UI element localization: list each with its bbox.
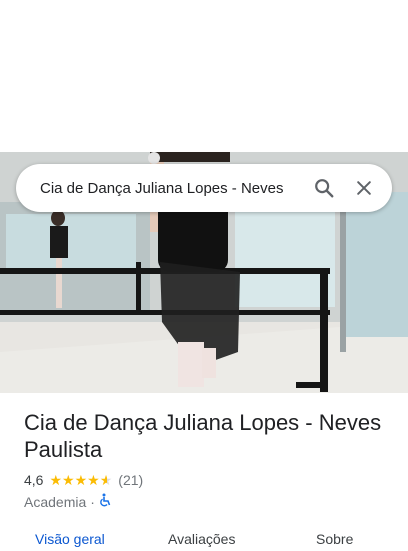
tab-overview[interactable]: Visão geral — [35, 531, 105, 547]
place-category[interactable]: Academia — [24, 494, 86, 510]
rating-row[interactable]: 4,6 ★ ★ ★ ★ ★ (21) — [24, 472, 143, 488]
map-blank-area — [0, 0, 408, 152]
close-icon[interactable] — [344, 168, 384, 208]
category-row: Academia · — [24, 493, 111, 510]
category-separator: · — [90, 493, 95, 510]
star-icon: ★ — [62, 472, 75, 488]
place-title: Cia de Dança Juliana Lopes - Neves Pauli… — [24, 410, 382, 462]
search-input[interactable]: Cia de Dança Juliana Lopes - Neves — [40, 180, 304, 197]
place-info-panel: Cia de Dança Juliana Lopes - Neves Pauli… — [0, 393, 408, 547]
star-icon: ★ — [87, 472, 100, 488]
star-icon: ★ — [74, 472, 88, 488]
search-bar[interactable]: Cia de Dança Juliana Lopes - Neves — [16, 164, 392, 212]
star-icon: ★ — [99, 472, 113, 488]
place-tabs: Visão geral Avaliações Sobre — [0, 531, 408, 551]
rating-stars: ★ ★ ★ ★ ★ — [49, 473, 112, 487]
tab-reviews[interactable]: Avaliações — [168, 531, 235, 547]
tab-about[interactable]: Sobre — [316, 531, 353, 547]
star-icon: ★ — [49, 472, 63, 488]
review-count[interactable]: (21) — [118, 472, 143, 488]
rating-value: 4,6 — [24, 472, 44, 488]
search-icon[interactable] — [304, 168, 344, 208]
wheelchair-accessible-icon — [99, 493, 111, 510]
